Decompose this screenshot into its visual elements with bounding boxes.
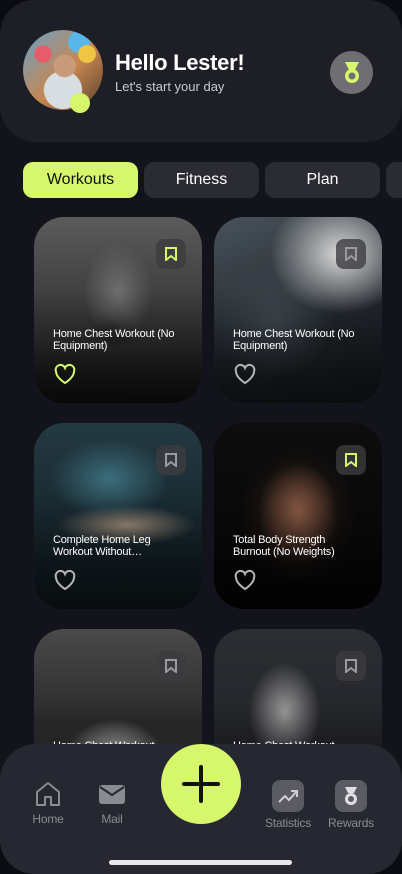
heart-icon[interactable] [53,363,77,385]
avatar[interactable] [23,30,103,110]
bookmark-icon [345,247,357,261]
nav-label: Home [32,812,64,826]
tab-fitness[interactable]: Fitness [144,162,259,198]
medal-icon [345,787,357,805]
card-title: Total Body Strength Burnout (No Weights) [233,534,335,558]
home-indicator[interactable] [109,860,292,865]
tab-label: Fitness [175,171,228,188]
mail-icon [99,785,125,804]
bookmark-button[interactable] [156,445,186,475]
add-workout-button[interactable] [161,744,241,824]
plus-icon [182,765,220,803]
tab-workouts[interactable]: Workouts [23,162,138,198]
heart-icon[interactable] [53,569,77,591]
bookmark-button[interactable] [156,239,186,269]
bookmark-button[interactable] [156,651,186,681]
rewards-button[interactable] [330,51,373,94]
nav-home[interactable]: Home [18,780,78,826]
card-title: Complete Home Leg Workout Without… [53,534,151,558]
tab-plan[interactable]: Plan [265,162,380,198]
rewards-icon-box [335,780,367,812]
tab-label: Workouts [46,171,115,188]
card-title: Home Chest Workout (No Equipment) [233,328,355,352]
workout-card[interactable]: Complete Home Leg Workout Without… [34,423,202,609]
tab-label: Plan [306,171,339,188]
nav-rewards[interactable]: Rewards [321,780,381,830]
app-screen: Hello Lester! Let's start your day Worko… [0,0,402,874]
bookmark-icon [165,659,177,673]
bookmark-button[interactable] [336,445,366,475]
statistics-icon-box [272,780,304,812]
workout-card[interactable]: Home Chest Workout (No Equipment) [34,217,202,403]
workout-card[interactable]: Home Chest Workout (No Equipment) [214,217,382,403]
bookmark-icon [165,247,177,261]
greeting-title: Hello Lester! [115,50,245,75]
heart-icon[interactable] [233,363,257,385]
greeting-subtitle: Let's start your day [115,79,225,94]
workout-card[interactable]: Total Body Strength Burnout (No Weights) [214,423,382,609]
nav-mail[interactable]: Mail [82,780,142,826]
trend-up-icon [278,790,298,803]
header: Hello Lester! Let's start your day [0,0,402,142]
medal-icon [344,61,359,83]
bookmark-button[interactable] [336,239,366,269]
nav-label: Rewards [328,816,374,830]
card-title: Home Chest Workout (No Equipment) [53,328,175,352]
home-icon [36,782,60,806]
online-status-dot [70,93,90,113]
heart-icon[interactable] [233,569,257,591]
nav-label: Mail [101,812,123,826]
bookmark-icon [165,453,177,467]
nav-statistics[interactable]: Statistics [258,780,318,830]
category-tabs: Workouts Fitness Plan [23,162,402,198]
bookmark-icon [345,659,357,673]
nav-label: Statistics [264,816,311,830]
bookmark-icon [345,453,357,467]
bookmark-button[interactable] [336,651,366,681]
tab-more[interactable] [386,162,402,198]
